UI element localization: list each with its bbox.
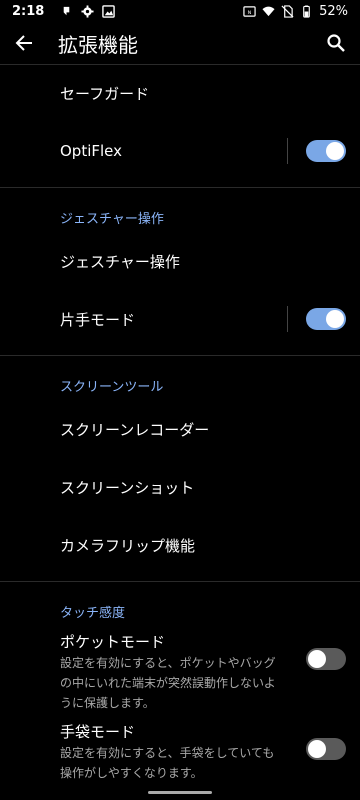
status-bar: 2:18 N 52% (0, 0, 360, 22)
one-hand-toggle[interactable] (306, 308, 346, 330)
setting-screen-recorder[interactable]: スクリーンレコーダー (0, 404, 360, 454)
setting-glove-mode-description: 設定を有効にすると、手袋をしていても操作がしやすくなります。 (60, 746, 275, 780)
gesture-nav-handle[interactable] (148, 791, 212, 794)
setting-pocket-mode[interactable]: ポケットモード 設定を有効にすると、ポケットやバッグの中にいれた端末が突然誤動作… (0, 632, 360, 713)
wifi-icon (262, 5, 275, 18)
toggle-knob (326, 310, 344, 328)
pocket-mode-toggle[interactable] (306, 648, 346, 670)
divider (0, 355, 360, 356)
setting-safeguard-label: セーフガード (60, 84, 150, 103)
setting-camera-flip-label: カメラフリップ機能 (60, 536, 196, 555)
setting-gesture[interactable]: ジェスチャー操作 (0, 236, 360, 286)
setting-one-hand-mode[interactable]: 片手モード (0, 294, 360, 344)
notification-icon (60, 5, 73, 18)
setting-screenshot[interactable]: スクリーンショット (0, 462, 360, 512)
section-header-gesture: ジェスチャー操作 (60, 212, 164, 227)
setting-screenshot-label: スクリーンショット (60, 478, 195, 497)
vertical-separator (287, 138, 288, 164)
section-header-touch: タッチ感度 (60, 606, 126, 621)
setting-optiflex[interactable]: OptiFlex (0, 126, 360, 176)
svg-text:N: N (248, 9, 251, 15)
search-icon (327, 34, 345, 52)
toggle-knob (308, 740, 326, 758)
glove-mode-toggle[interactable] (306, 738, 346, 760)
arrow-back-icon (15, 35, 32, 51)
divider (0, 187, 360, 188)
setting-glove-mode-label: 手袋モード (60, 723, 136, 741)
battery-icon (300, 4, 313, 18)
divider (0, 581, 360, 582)
toggle-knob (326, 142, 344, 160)
divider (0, 64, 360, 65)
toggle-knob (308, 650, 326, 668)
optiflex-toggle[interactable] (306, 140, 346, 162)
setting-optiflex-label: OptiFlex (60, 142, 123, 160)
battery-percentage: 52% (319, 3, 348, 19)
back-button[interactable] (0, 22, 48, 64)
status-time: 2:18 (12, 3, 45, 19)
settings-gear-icon (81, 4, 94, 18)
setting-camera-flip[interactable]: カメラフリップ機能 (0, 520, 360, 570)
setting-one-hand-label: 片手モード (60, 310, 136, 329)
setting-screen-recorder-label: スクリーンレコーダー (60, 420, 210, 439)
search-button[interactable] (312, 22, 360, 64)
section-header-screen-tools: スクリーンツール (60, 380, 164, 395)
page-title: 拡張機能 (58, 32, 138, 57)
setting-safeguard[interactable]: セーフガード (0, 68, 360, 118)
app-bar: 拡張機能 (0, 22, 360, 64)
setting-glove-mode[interactable]: 手袋モード 設定を有効にすると、手袋をしていても操作がしやすくなります。 (0, 722, 360, 783)
no-sim-icon (281, 4, 294, 18)
image-icon (102, 4, 116, 18)
vertical-separator (287, 306, 288, 332)
nfc-icon: N (243, 5, 256, 18)
setting-pocket-mode-label: ポケットモード (60, 633, 166, 651)
setting-gesture-label: ジェスチャー操作 (60, 252, 180, 271)
setting-pocket-mode-description: 設定を有効にすると、ポケットやバッグの中にいれた端末が突然誤動作しないように保護… (60, 656, 276, 710)
